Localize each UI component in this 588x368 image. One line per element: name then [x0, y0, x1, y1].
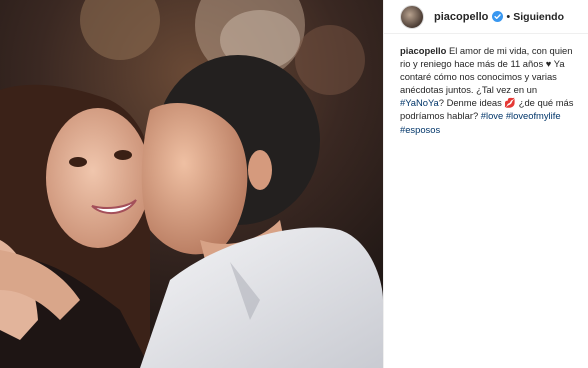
- caption-text-3: ? Denme ideas: [438, 97, 502, 109]
- hashtag-esposos[interactable]: #esposos: [400, 124, 440, 135]
- hashtag-yanoya[interactable]: #YaNoYa: [400, 97, 439, 108]
- verified-badge-icon: [492, 11, 504, 22]
- instagram-post: piacopello • Siguiendo piacopello El amo…: [0, 0, 588, 368]
- heart-icon: ♥: [545, 58, 552, 70]
- post-photo[interactable]: [0, 0, 383, 368]
- hashtag-love[interactable]: #love: [481, 110, 503, 121]
- header-separator: •: [506, 10, 511, 23]
- caption-username[interactable]: piacopello: [400, 45, 446, 56]
- following-button[interactable]: Siguiendo: [513, 11, 564, 23]
- username-link[interactable]: piacopello: [434, 11, 488, 23]
- hashtag-loveofmylife[interactable]: #loveofmylife: [506, 110, 561, 121]
- post-caption: piacopello El amor de mi vida, con quien…: [384, 34, 588, 136]
- post-sidebar: piacopello • Siguiendo piacopello El amo…: [383, 0, 588, 368]
- post-header: piacopello • Siguiendo: [384, 0, 588, 34]
- couple-photo: [0, 0, 383, 368]
- kiss-icon: 💋: [504, 97, 517, 109]
- profile-avatar[interactable]: [400, 4, 424, 29]
